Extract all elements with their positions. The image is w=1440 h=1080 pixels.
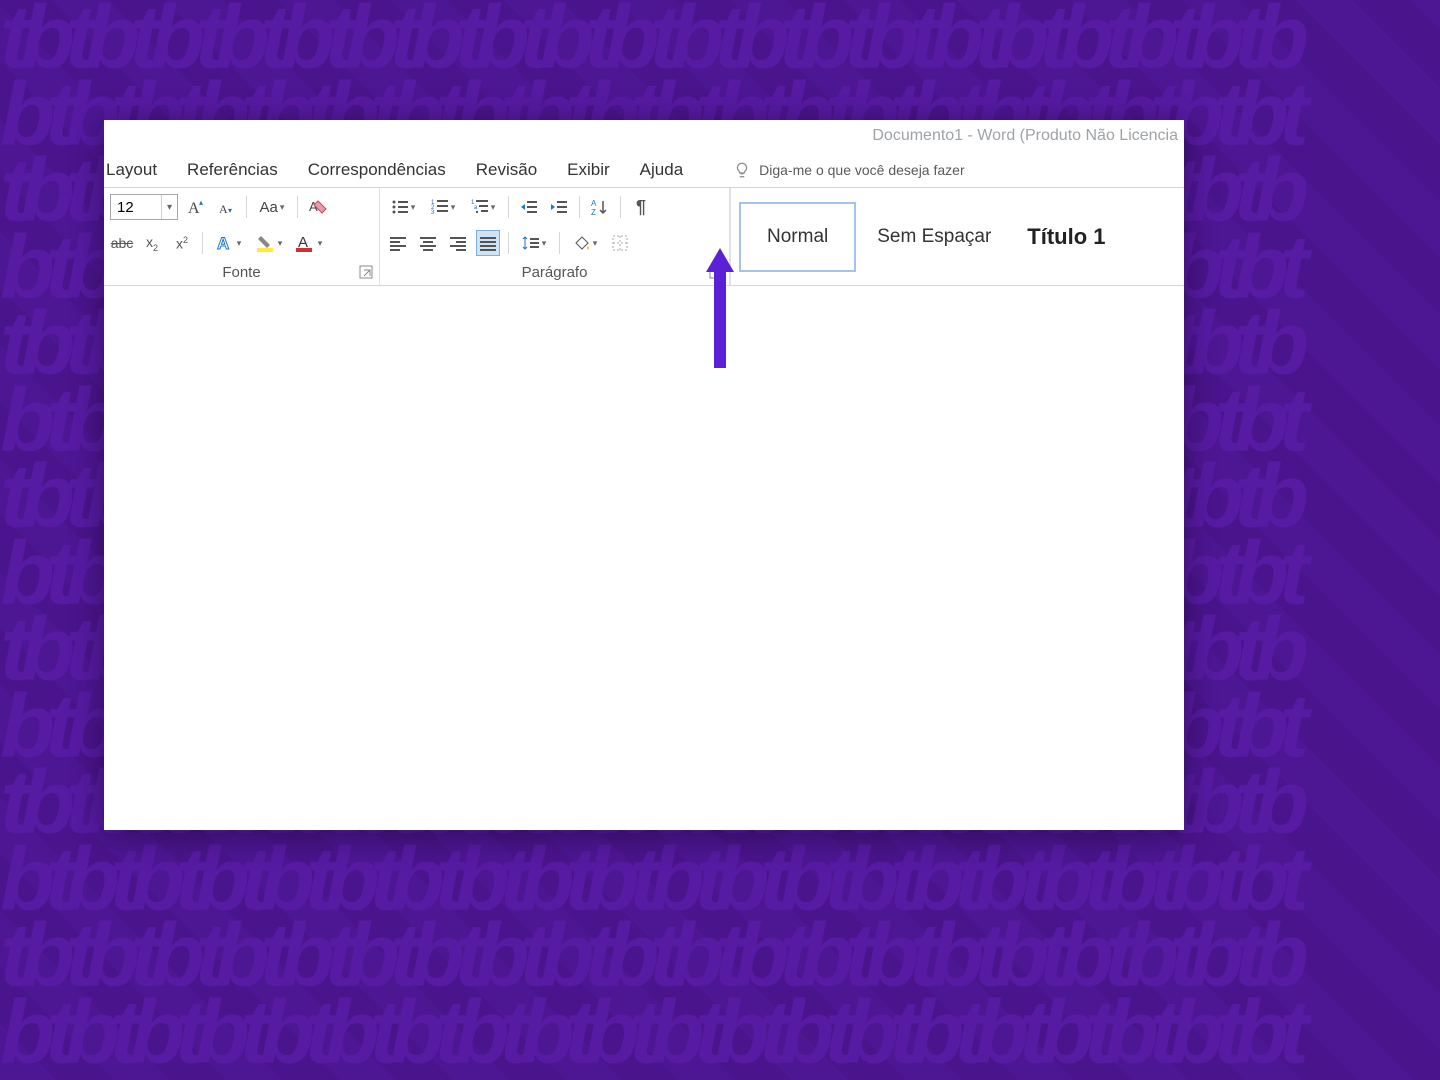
bullets-icon (391, 198, 409, 216)
font-size-combo[interactable]: ▾ (110, 194, 178, 220)
sort-button[interactable]: AZ (588, 194, 612, 220)
styles-gallery: Normal Sem Espaçar Título 1 (730, 188, 1184, 285)
dialog-launcher-icon[interactable] (709, 265, 723, 279)
svg-text:A: A (219, 202, 228, 216)
tab-view[interactable]: Exibir (567, 160, 610, 180)
highlight-icon (254, 233, 276, 253)
borders-icon (611, 234, 629, 252)
svg-text:▾: ▾ (228, 206, 232, 215)
change-case-button[interactable]: Aa▾ (255, 194, 289, 220)
numbering-button[interactable]: 123▾ (426, 194, 460, 220)
align-right-icon (449, 234, 467, 252)
increase-indent-button[interactable] (547, 194, 571, 220)
font-color-button[interactable]: A▾ (291, 230, 325, 256)
svg-text:A: A (591, 199, 597, 208)
strikethrough-button[interactable]: abc (110, 230, 134, 256)
tell-me-search[interactable]: Diga-me o que você deseja fazer (733, 161, 964, 179)
group-label-font: Fonte (110, 258, 373, 283)
decrease-indent-button[interactable] (517, 194, 541, 220)
superscript-icon: x2 (176, 235, 188, 252)
line-spacing-icon (522, 234, 540, 252)
justify-icon (479, 234, 497, 252)
ribbon: ▾ A▴ A▾ Aa▾ A (104, 188, 1184, 286)
style-heading1[interactable]: Título 1 (1012, 211, 1120, 263)
line-spacing-button[interactable]: ▾ (517, 230, 551, 256)
shrink-font-button[interactable]: A▾ (214, 194, 238, 220)
style-no-spacing[interactable]: Sem Espaçar (862, 213, 1006, 261)
tell-me-placeholder: Diga-me o que você deseja fazer (759, 162, 964, 178)
pilcrow-icon: ¶ (636, 197, 646, 218)
multilevel-icon: 1a (471, 198, 489, 216)
show-paragraph-marks-button[interactable]: ¶ (629, 194, 653, 220)
grow-font-icon: A▴ (186, 197, 206, 217)
paint-bucket-icon (573, 234, 591, 252)
eraser-icon: A (308, 197, 328, 217)
svg-text:3: 3 (431, 210, 435, 216)
borders-button[interactable] (608, 230, 632, 256)
align-left-icon (389, 234, 407, 252)
numbering-icon: 123 (431, 198, 449, 216)
align-center-button[interactable] (416, 230, 440, 256)
multilevel-list-button[interactable]: 1a▾ (466, 194, 500, 220)
svg-text:A: A (217, 234, 229, 253)
grow-font-button[interactable]: A▴ (184, 194, 208, 220)
style-normal[interactable]: Normal (739, 202, 856, 272)
sort-icon: AZ (591, 198, 609, 216)
increase-indent-icon (549, 198, 569, 216)
tab-help[interactable]: Ajuda (640, 160, 683, 180)
shading-button[interactable]: ▾ (568, 230, 602, 256)
strikethrough-icon: abc (111, 235, 134, 251)
svg-text:a: a (474, 205, 478, 211)
titlebar: Documento1 - Word (Produto Não Licencia (104, 120, 1184, 152)
text-effects-button[interactable]: A▾ (211, 230, 245, 256)
document-area[interactable] (104, 286, 1184, 830)
subscript-icon: x2 (146, 234, 158, 253)
font-size-input[interactable] (111, 195, 161, 219)
word-window: Documento1 - Word (Produto Não Licencia … (104, 120, 1184, 830)
lightbulb-icon (733, 161, 751, 179)
superscript-button[interactable]: x2 (170, 230, 194, 256)
shrink-font-icon: A▾ (216, 197, 236, 217)
svg-text:Z: Z (591, 208, 596, 216)
dialog-launcher-icon[interactable] (359, 265, 373, 279)
subscript-button[interactable]: x2 (140, 230, 164, 256)
ribbon-tabs: Layout Referências Correspondências Revi… (104, 152, 1184, 188)
highlight-button[interactable]: ▾ (251, 230, 285, 256)
align-left-button[interactable] (386, 230, 410, 256)
tab-layout[interactable]: Layout (106, 160, 157, 180)
svg-text:▴: ▴ (199, 198, 203, 207)
window-title: Documento1 - Word (Produto Não Licencia (872, 127, 1178, 145)
change-case-icon: Aa (260, 199, 278, 216)
tab-references[interactable]: Referências (187, 160, 278, 180)
text-effects-icon: A (215, 233, 235, 253)
clear-formatting-button[interactable]: A (306, 194, 330, 220)
group-paragraph: ▾ 123▾ 1a▾ (380, 188, 730, 285)
font-color-icon: A (294, 233, 316, 253)
group-label-paragraph: Parágrafo (386, 258, 723, 283)
align-center-icon (419, 234, 437, 252)
chevron-down-icon[interactable]: ▾ (161, 195, 177, 219)
tab-review[interactable]: Revisão (476, 160, 537, 180)
justify-button[interactable] (476, 230, 500, 256)
align-right-button[interactable] (446, 230, 470, 256)
bullets-button[interactable]: ▾ (386, 194, 420, 220)
group-font: ▾ A▴ A▾ Aa▾ A (104, 188, 380, 285)
tab-mailings[interactable]: Correspondências (308, 160, 446, 180)
decrease-indent-icon (519, 198, 539, 216)
